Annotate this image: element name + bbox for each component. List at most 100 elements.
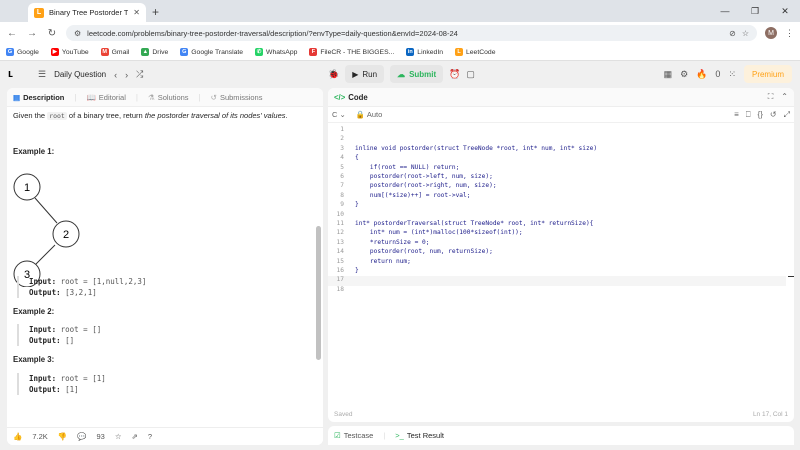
new-tab-icon[interactable]: + xyxy=(152,5,159,19)
bookmark-item[interactable]: in LinkedIn xyxy=(406,48,443,56)
bookmark-item[interactable]: L LeetCode xyxy=(455,48,495,56)
like-icon[interactable]: 👍 xyxy=(13,432,22,441)
tab-description[interactable]: ▤ Description xyxy=(13,93,64,102)
timer-icon[interactable]: ⏰ xyxy=(449,69,460,80)
bookmark-favicon-icon: G xyxy=(6,48,14,56)
tab-solutions[interactable]: ⚗ Solutions xyxy=(148,93,189,102)
play-icon: ▶ xyxy=(352,69,359,79)
close-tab-icon[interactable]: ✕ xyxy=(133,8,140,17)
bookmark-item[interactable]: ▲ Drive xyxy=(141,48,168,56)
layout-icon[interactable]: ▦ xyxy=(664,69,673,80)
camera-off-icon[interactable]: ⊘ xyxy=(729,29,736,38)
reload-icon[interactable]: ↻ xyxy=(46,28,58,39)
tree-edge xyxy=(34,197,58,224)
code-line: 15 return num; xyxy=(328,258,786,267)
code-tab[interactable]: </> Code xyxy=(334,93,368,102)
share-icon[interactable]: ⇗ xyxy=(132,432,138,441)
tab-separator: | xyxy=(198,92,201,102)
bookmark-item[interactable]: M Gmail xyxy=(100,48,130,56)
daily-question-label[interactable]: Daily Question xyxy=(54,70,106,79)
chevron-down-icon: ⌄ xyxy=(339,110,346,119)
problem-list-icon[interactable]: ☰ xyxy=(38,69,46,80)
submit-label: Submit xyxy=(409,69,437,79)
bookmark-star-icon[interactable]: ☆ xyxy=(742,29,749,38)
run-button[interactable]: ▶ Run xyxy=(345,65,385,83)
braces-icon[interactable]: {} xyxy=(758,110,763,120)
tab-submissions[interactable]: ↺ Submissions xyxy=(211,93,263,102)
apps-grid-icon[interactable]: ⁙ xyxy=(728,69,736,80)
browser-tab[interactable]: L Binary Tree Postorder Traversal ✕ xyxy=(28,3,146,22)
code-line: 3 inline void postorder(struct TreeNode *… xyxy=(328,145,786,154)
leetcode-logo-icon[interactable]: ʟ xyxy=(8,68,20,82)
language-select[interactable]: C ⌄ xyxy=(332,110,346,119)
format-icon[interactable]: ≡ xyxy=(734,110,739,120)
line-number: 6 xyxy=(340,173,344,180)
forward-icon[interactable]: → xyxy=(26,28,38,39)
browser-menu-icon[interactable]: ⋮ xyxy=(785,28,794,39)
bookmark-favicon-icon: G xyxy=(180,48,189,56)
bookmark-item[interactable]: ▶ YouTube xyxy=(50,48,89,56)
bookmark-item[interactable]: ✆ WhatsApp xyxy=(255,48,297,56)
prev-problem-icon[interactable]: ‹ xyxy=(114,70,117,80)
lock-icon: 🔒 xyxy=(355,110,366,119)
collapse-chevron-up-icon[interactable]: ⌃ xyxy=(781,92,788,102)
checkbox-icon: ☑ xyxy=(334,431,341,440)
code-line: 8 num[(*size)++] = root->val; xyxy=(328,192,786,201)
bookmark-favicon-icon: L xyxy=(455,48,463,56)
code-line: 4{ xyxy=(328,154,786,163)
code-text: int* num = (int*)malloc(100*sizeof(int))… xyxy=(355,229,523,237)
notes-icon[interactable]: ▢ xyxy=(466,69,475,80)
bookmark-label: Gmail xyxy=(111,48,130,56)
description-panel: ▤ Description | 📖 Editorial | ⚗ Solutions | ↺ Subm… xyxy=(7,88,323,445)
code-editor[interactable]: 1 2 3 inline void postorder(struct TreeNode… xyxy=(328,126,794,404)
settings-gear-icon[interactable]: ⚙ xyxy=(680,69,688,80)
next-problem-icon[interactable]: › xyxy=(125,70,128,80)
output-value: [] xyxy=(65,336,75,345)
minimize-icon[interactable]: — xyxy=(710,0,740,22)
close-window-icon[interactable]: ✕ xyxy=(770,0,800,22)
description-scrollbar[interactable] xyxy=(316,226,321,360)
url-text[interactable]: leetcode.com/problems/binary-tree-postor… xyxy=(87,29,723,38)
code-line: 7 postorder(root->right, num, size); xyxy=(328,182,786,191)
scroll-marker xyxy=(788,276,794,277)
shuffle-icon[interactable]: ⤮ xyxy=(136,69,143,80)
comment-count: 93 xyxy=(96,432,105,441)
bookmark-item[interactable]: F FileCR - THE BIGGES... xyxy=(309,48,394,56)
bookmark-label: LinkedIn xyxy=(417,48,443,56)
favorite-star-icon[interactable]: ☆ xyxy=(115,432,122,441)
auto-mode-toggle[interactable]: 🔒 Auto xyxy=(356,110,382,119)
omnibox[interactable]: ⚙ leetcode.com/problems/binary-tree-post… xyxy=(66,25,757,41)
tree-node-label: 1 xyxy=(24,182,30,194)
profile-avatar[interactable]: M xyxy=(765,27,777,39)
test-result-label: Test Result xyxy=(406,431,444,440)
tab-test-result[interactable]: >_ Test Result xyxy=(395,431,444,440)
premium-button[interactable]: Premium xyxy=(743,65,792,83)
comment-icon[interactable]: 💬 xyxy=(77,432,86,441)
bookmark-favicon-icon: ✆ xyxy=(255,48,264,56)
help-icon[interactable]: ? xyxy=(148,432,152,441)
back-icon[interactable]: ← xyxy=(6,28,18,39)
streak-fire-icon[interactable]: 🔥 xyxy=(696,69,707,80)
terminal-icon: >_ xyxy=(395,431,404,440)
tab-testcase[interactable]: ☑ Testcase xyxy=(334,431,373,440)
site-info-icon[interactable]: ⚙ xyxy=(74,29,81,38)
line-number: 16 xyxy=(336,267,344,274)
expand-icon[interactable]: ⤢ xyxy=(784,110,790,120)
tab-editorial[interactable]: 📖 Editorial xyxy=(86,93,125,102)
line-number: 18 xyxy=(336,285,344,293)
line-number: 12 xyxy=(336,229,344,237)
submit-button[interactable]: ☁ Submit xyxy=(390,65,444,83)
tab-separator: | xyxy=(135,92,138,102)
maximize-icon[interactable]: ❐ xyxy=(740,0,770,22)
code-text: { xyxy=(355,154,359,162)
debug-icon[interactable]: 🐞 xyxy=(328,69,339,80)
bookmark-item[interactable]: G Google xyxy=(6,48,39,56)
desc-text: . xyxy=(285,111,288,120)
dislike-icon[interactable]: 👎 xyxy=(58,432,67,441)
bookmark-item[interactable]: G Google Translate xyxy=(180,48,243,56)
reset-icon[interactable]: ↺ xyxy=(770,110,777,120)
bookmark-icon[interactable]: ⎕ xyxy=(746,110,751,120)
code-text: int* postorderTraversal(struct TreeNode*… xyxy=(355,220,594,227)
fullscreen-icon[interactable]: ⛶ xyxy=(768,92,774,102)
window-controls: — ❐ ✕ xyxy=(710,0,800,22)
